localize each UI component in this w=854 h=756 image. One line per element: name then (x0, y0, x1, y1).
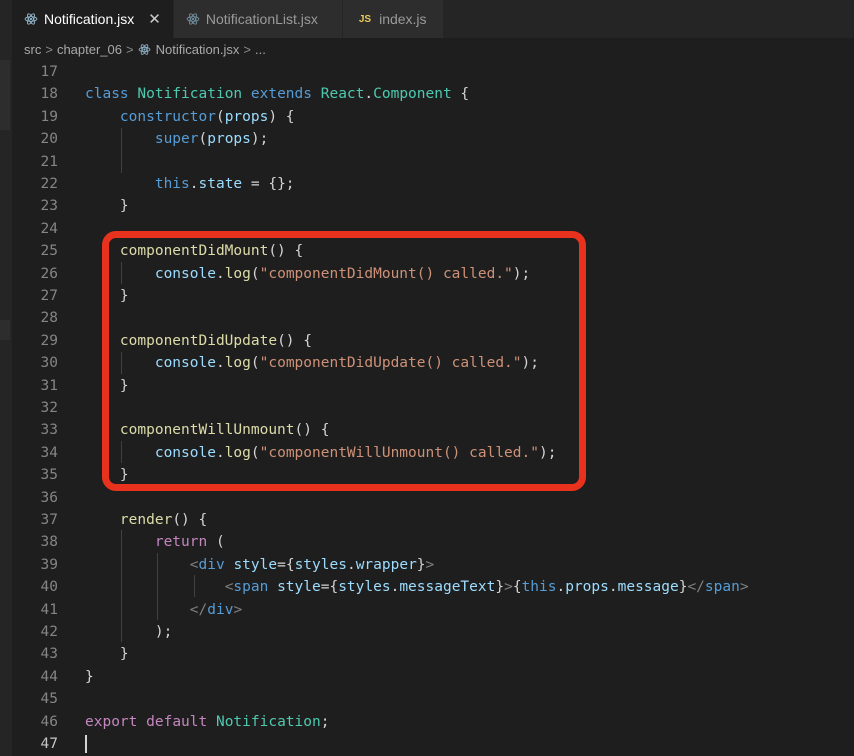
breadcrumb-item-src[interactable]: src (24, 42, 41, 57)
line-number: 37 (40, 512, 58, 528)
tab-notificationlist-jsx[interactable]: NotificationList.jsx (173, 0, 342, 38)
activity-strip (0, 0, 12, 756)
code-line: 43 } (12, 643, 854, 665)
line-number: 25 (40, 243, 58, 260)
line-number: 18 (40, 86, 58, 103)
line-number: 21 (40, 153, 58, 170)
line-number: 22 (40, 176, 58, 192)
code-line: 22 this.state = {}; (12, 173, 854, 195)
line-number: 36 (40, 489, 58, 506)
annotation-highlight-box (102, 231, 586, 491)
line-number: 26 (40, 265, 58, 282)
code-line: 19 constructor(props) { (12, 106, 854, 128)
line-number: 23 (40, 198, 58, 215)
code-line: 37 render() { (12, 509, 854, 531)
line-number: 32 (40, 400, 58, 416)
line-number: 30 (40, 355, 58, 372)
breadcrumb: src > chapter_06 > Notification.jsx > ..… (12, 38, 854, 60)
line-number: 41 (40, 601, 58, 618)
line-number: 19 (40, 108, 58, 125)
line-number: 28 (40, 310, 58, 327)
tab-label: index.js (379, 11, 427, 27)
code-line: 47 (12, 733, 854, 755)
line-number: 34 (40, 444, 58, 461)
line-number: 44 (40, 668, 58, 685)
line-number: 38 (40, 534, 58, 551)
code-line: 20 super(props); (12, 128, 854, 150)
line-number: 39 (40, 556, 58, 573)
breadcrumb-item-symbol[interactable]: ... (255, 42, 266, 57)
breadcrumb-item-file[interactable]: Notification.jsx (156, 42, 240, 57)
tab-notification-jsx[interactable]: Notification.jsx ✕ (12, 0, 173, 38)
chevron-right-icon: > (45, 41, 53, 57)
line-number: 31 (40, 377, 58, 394)
line-number: 40 (40, 579, 58, 596)
close-icon[interactable]: ✕ (148, 10, 161, 28)
text-cursor (85, 735, 87, 753)
code-line: 42 ); (12, 621, 854, 643)
code-editor[interactable]: 17 18 class Notification extends React.Co… (12, 61, 854, 756)
line-number: 29 (40, 332, 58, 349)
code-line: 17 (12, 61, 854, 83)
line-number: 24 (40, 220, 58, 237)
line-number: 46 (40, 713, 58, 730)
code-line: 18 class Notification extends React.Compo… (12, 83, 854, 105)
code-line: 41 </div> (12, 599, 854, 621)
strip-section (0, 320, 10, 340)
code-line: 21 (12, 151, 854, 173)
code-line: 44} (12, 666, 854, 688)
strip-section (0, 60, 10, 130)
code-line: 39 <div style={styles.wrapper}> (12, 554, 854, 576)
line-number: 42 (40, 624, 58, 640)
react-icon (24, 13, 38, 25)
line-number: 45 (40, 691, 58, 708)
line-number: 17 (40, 64, 58, 80)
breadcrumb-item-folder[interactable]: chapter_06 (57, 42, 122, 57)
chevron-right-icon: > (243, 41, 251, 57)
code-line: 38 return ( (12, 531, 854, 553)
tab-index-js[interactable]: JS index.js (342, 0, 443, 38)
line-number: 43 (40, 646, 58, 663)
code-line: 23 } (12, 195, 854, 217)
tab-label: NotificationList.jsx (205, 11, 318, 27)
js-icon: JS (358, 13, 372, 25)
tab-label: Notification.jsx (44, 11, 135, 27)
line-number: 27 (40, 288, 58, 304)
code-line: 45 (12, 688, 854, 710)
line-number: 20 (40, 131, 58, 148)
react-icon (186, 13, 200, 25)
code-line: 46 export default Notification; (12, 711, 854, 733)
react-icon (138, 43, 150, 55)
line-number: 33 (40, 422, 58, 439)
chevron-right-icon: > (126, 41, 134, 57)
tab-bar: Notification.jsx ✕ NotificationList.jsx … (12, 0, 854, 38)
code-line: 40 <span style={styles.messageText}>{thi… (12, 576, 854, 598)
line-number: 47 (40, 736, 58, 752)
line-number: 35 (40, 467, 58, 484)
